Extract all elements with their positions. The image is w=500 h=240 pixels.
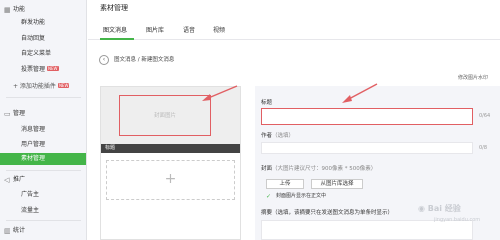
abstract-label: 摘要（选填，该摘要只在发送图文消息为单条时显示） — [261, 210, 394, 216]
tab-video[interactable]: 视频 — [213, 22, 225, 40]
sidebar-item-advertiser[interactable]: 广告主 — [0, 189, 86, 201]
add-plugin-label: + 添加功能插件 — [13, 83, 56, 90]
sidebar-item-label: 自定义菜单 — [21, 50, 52, 57]
sidebar-group-promotion: ◁ 推广 — [0, 174, 86, 186]
author-label: 作者（选填） — [261, 132, 294, 140]
author-label-text: 作者 — [261, 133, 273, 139]
tab-image-library[interactable]: 图片库 — [146, 22, 164, 40]
sidebar-item-label: 群发功能 — [21, 19, 46, 26]
plus-icon[interactable]: + — [106, 160, 235, 200]
select-from-library-button[interactable]: 从图片库选择 — [311, 179, 363, 189]
tab-voice[interactable]: 语音 — [183, 22, 195, 40]
sidebar-divider — [6, 220, 81, 221]
sidebar-group-title: 推广 — [13, 176, 26, 183]
sidebar-item-publisher[interactable]: 流量主 — [0, 205, 86, 217]
upload-button[interactable]: 上传 — [266, 179, 304, 189]
chevron-left-icon: ‹ — [102, 56, 106, 63]
show-cover-checkbox[interactable]: ✓ — [266, 194, 272, 200]
sidebar-group-title: 统计 — [13, 227, 26, 234]
tab-divider — [88, 39, 500, 40]
new-badge: NEW — [57, 83, 70, 88]
megaphone-icon: ◁ — [4, 176, 10, 184]
sidebar-item-label: 流量主 — [21, 207, 40, 214]
sidebar-item-mass-send[interactable]: 群发功能 — [0, 17, 86, 29]
cover-hint: （大图片建议尺寸：900像素 * 500像素） — [272, 166, 377, 172]
sidebar-group-title: 功能 — [13, 6, 26, 13]
title-input[interactable] — [261, 108, 473, 125]
sidebar-item-auto-reply[interactable]: 自动回复 — [0, 33, 86, 45]
add-plugin-link[interactable]: + 添加功能插件 NEW — [0, 81, 86, 93]
app-window: ▦ 功能 群发功能 自动回复 自定义菜单 投票管理 NEW + 添加功能插件 NEW… — [0, 0, 500, 240]
cover-image-placeholder[interactable]: 封面图片 — [119, 95, 211, 136]
watermark-brand-sub: jingyan.baidu.com — [434, 217, 481, 223]
sidebar-group-title: 管理 — [13, 110, 26, 117]
author-input[interactable] — [261, 142, 473, 154]
back-button[interactable]: ‹ — [99, 55, 109, 65]
author-char-count: 0/8 — [479, 145, 488, 151]
sidebar-group-manage: ▭ 管理 — [0, 108, 86, 120]
sidebar-divider — [6, 97, 81, 98]
sidebar-item-label: 消息管理 — [21, 126, 46, 133]
sidebar-item-user-manage[interactable]: 用户管理 — [0, 139, 86, 151]
chart-icon: ▥ — [4, 227, 11, 235]
new-badge: NEW — [47, 66, 59, 71]
page-title: 素材管理 — [100, 4, 128, 12]
sidebar-group-function: ▦ 功能 — [0, 4, 86, 16]
author-hint: （选填） — [272, 133, 295, 139]
sidebar-item-material-manage[interactable]: 素材管理 — [0, 153, 86, 165]
cover-label: 封面（大图片建议尺寸：900像素 * 500像素） — [261, 165, 376, 173]
sidebar-item-label: 自动回复 — [21, 35, 46, 42]
sidebar-item-message-manage[interactable]: 消息管理 — [0, 124, 86, 136]
puzzle-icon: ▦ — [4, 6, 11, 14]
cover-label-text: 封面 — [261, 166, 273, 172]
sidebar-item-label: 广告主 — [21, 191, 40, 198]
sidebar-item-label: 素材管理 — [21, 155, 46, 162]
title-label: 标题 — [261, 100, 273, 106]
watermark-brand: ◉ Bai 经验 — [418, 204, 461, 213]
article-title-bar: 标题 — [101, 144, 240, 153]
edit-watermark-link[interactable]: 修改图片水印 — [458, 74, 488, 82]
active-tab-indicator — [100, 38, 134, 40]
title-char-count: 0/64 — [479, 113, 491, 119]
sidebar-item-label: 投票管理 — [21, 66, 46, 73]
show-cover-label: 封面图片显示在正文中 — [276, 193, 327, 199]
manage-icon: ▭ — [4, 110, 11, 118]
breadcrumb: 图文消息 / 新建图文消息 — [114, 57, 175, 63]
sidebar-group-stats: ▥ 统计 — [0, 225, 86, 237]
sidebar-divider — [6, 170, 81, 171]
sidebar-item-vote-manage[interactable]: 投票管理 NEW — [0, 64, 86, 76]
sidebar-item-custom-menu[interactable]: 自定义菜单 — [0, 48, 86, 60]
sidebar-item-label: 用户管理 — [21, 141, 46, 148]
